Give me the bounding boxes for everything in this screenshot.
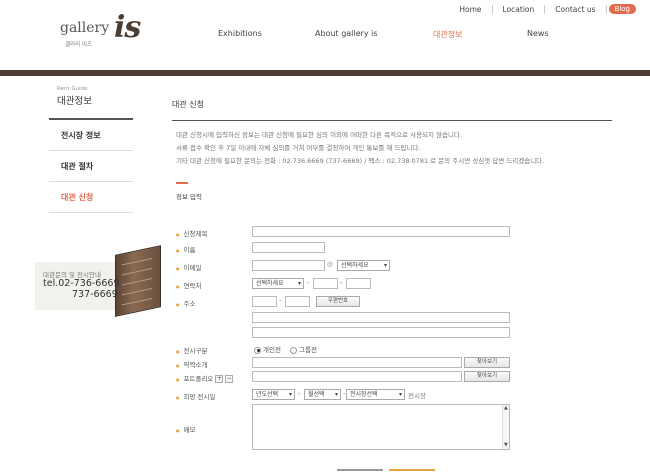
info-line-3: 기타 대관 신청에 필요한 문의는 전화 : 02.736.6669 (737-… <box>176 157 545 165</box>
utility-nav: Home Location Contact us Blog <box>449 4 636 14</box>
sidebar-heading: Rent Guide 대관정보 <box>57 86 92 107</box>
sidebar-item-application[interactable]: 대관 신청 <box>49 182 133 213</box>
row-career: 약력소개 찾아보기 <box>176 357 612 371</box>
contact-tel-2: 737-6669 <box>72 289 118 300</box>
portfolio-label: 포트폴리오+− <box>176 373 234 383</box>
nav-news[interactable]: News <box>527 29 549 38</box>
page-title: 대관 신청 <box>172 100 204 109</box>
career-label: 약력소개 <box>176 359 208 369</box>
zip-1-input[interactable] <box>252 296 277 307</box>
title-label: 신청제목 <box>176 228 208 238</box>
portfolio-browse-button[interactable]: 찾아보기 <box>464 371 510 382</box>
zip-2-input[interactable] <box>285 296 310 307</box>
title-input[interactable] <box>252 226 510 237</box>
row-portfolio: 포트폴리오+− 찾아보기 <box>176 371 612 385</box>
home-link[interactable]: Home <box>449 4 493 14</box>
radio-individual[interactable]: 개인전 <box>254 344 281 354</box>
email-id-input[interactable] <box>252 260 325 271</box>
memo-label: 메모 <box>176 424 196 434</box>
dash-4: - <box>298 390 301 398</box>
row-title: 신청제목 <box>176 226 612 240</box>
info-line-1: 대관 신청시에 입력하신 정보는 대관 신청에 필요한 심의 이외에 어떠한 다… <box>176 131 463 139</box>
month-select[interactable]: 월선택 <box>304 389 341 400</box>
section-accent <box>176 182 188 184</box>
title-underline <box>172 120 612 121</box>
building-illustration <box>115 245 161 317</box>
hall-suffix: 전시장 <box>408 392 426 400</box>
row-phone: 연락처 선택하세요 - - <box>176 278 612 292</box>
dash-3: - <box>279 297 282 305</box>
at-icon: @ <box>327 261 333 268</box>
blog-button[interactable]: Blog <box>608 4 636 14</box>
sidebar-title-en: Rent Guide <box>57 86 88 92</box>
sidebar-title-ko: 대관정보 <box>57 96 92 107</box>
address-line-2-input[interactable] <box>252 327 510 338</box>
hall-select[interactable]: 전시장선택 <box>346 389 405 400</box>
radio-individual-label: 개인전 <box>263 346 281 354</box>
nav-about[interactable]: About gallery is <box>315 29 378 38</box>
scroll-down-icon[interactable]: ▼ <box>504 442 508 448</box>
info-text: 대관 신청시에 입력하신 정보는 대관 신청에 필요한 심의 이외에 어떠한 다… <box>176 129 616 168</box>
radio-group-dot <box>290 346 297 354</box>
radio-group[interactable]: 그룹전 <box>290 344 317 354</box>
radio-individual-dot <box>254 346 261 354</box>
date-label: 희망 전시일 <box>176 391 216 401</box>
exhibit-type-label: 전시구분 <box>176 345 208 355</box>
name-label: 이름 <box>176 244 196 254</box>
location-link[interactable]: Location <box>493 4 546 14</box>
year-select[interactable]: 년도선택 <box>252 389 295 400</box>
row-address: 주소 - 우편번호 <box>176 296 612 310</box>
sidebar-item-venue-info[interactable]: 전시장 정보 <box>49 120 133 151</box>
portfolio-file-input[interactable] <box>252 371 462 382</box>
address-label: 주소 <box>176 298 196 308</box>
memo-scrollbar[interactable]: ▲ ▼ <box>502 405 509 449</box>
contact-tel-1: tel.02-736-6669 <box>43 278 120 289</box>
phone-label: 연락처 <box>176 280 202 290</box>
email-domain-select[interactable]: 선택하세요 <box>337 260 390 271</box>
cancel-button[interactable] <box>337 469 383 471</box>
career-browse-button[interactable]: 찾아보기 <box>464 357 510 368</box>
name-input[interactable] <box>252 242 325 253</box>
info-line-2: 서류 접수 확인 후 7일 이내에 자체 심의를 거쳐 여부를 결정하여 개인 … <box>176 144 421 152</box>
remove-file-button[interactable]: − <box>225 375 234 383</box>
contact-link[interactable]: Contact us <box>545 4 607 14</box>
career-file-input[interactable] <box>252 357 462 368</box>
contact-banner: 대관문의 및 전시안내 tel.02-736-6669 737-6669 <box>35 245 170 317</box>
radio-group-label: 그룹전 <box>299 346 317 354</box>
add-file-button[interactable]: + <box>215 375 224 383</box>
logo-korean-text: 갤러리 이즈 <box>65 42 93 48</box>
row-exhibit-type: 전시구분 개인전 그룹전 <box>176 343 612 357</box>
phone-prefix-select[interactable]: 선택하세요 <box>252 278 304 289</box>
nav-exhibitions[interactable]: Exhibitions <box>218 29 262 38</box>
main-nav: Exhibitions About gallery is 대관정보 News <box>0 29 650 41</box>
submit-button[interactable] <box>389 469 435 471</box>
sidebar-item-procedure[interactable]: 대관 절차 <box>49 151 133 182</box>
memo-textarea[interactable]: ▲ ▼ <box>252 404 510 450</box>
address-line-1-input[interactable] <box>252 312 510 323</box>
scroll-up-icon[interactable]: ▲ <box>504 405 508 411</box>
dash-2: - <box>340 279 343 287</box>
zip-search-button[interactable]: 우편번호 <box>316 296 360 307</box>
nav-rental[interactable]: 대관정보 <box>433 29 462 40</box>
row-email: 이메일 @ 선택하세요 <box>176 260 612 274</box>
email-label: 이메일 <box>176 262 202 272</box>
phone-last-input[interactable] <box>346 278 371 289</box>
row-date: 희망 전시일 년도선택 - 월선택 - 전시장선택 전시장 <box>176 389 612 403</box>
header-divider-bar <box>0 70 650 76</box>
row-name: 이름 <box>176 242 612 256</box>
dash-1: - <box>307 279 310 287</box>
section-title: 정보 입력 <box>176 193 202 201</box>
portfolio-label-text: 포트폴리오 <box>183 375 214 383</box>
phone-mid-input[interactable] <box>313 278 338 289</box>
